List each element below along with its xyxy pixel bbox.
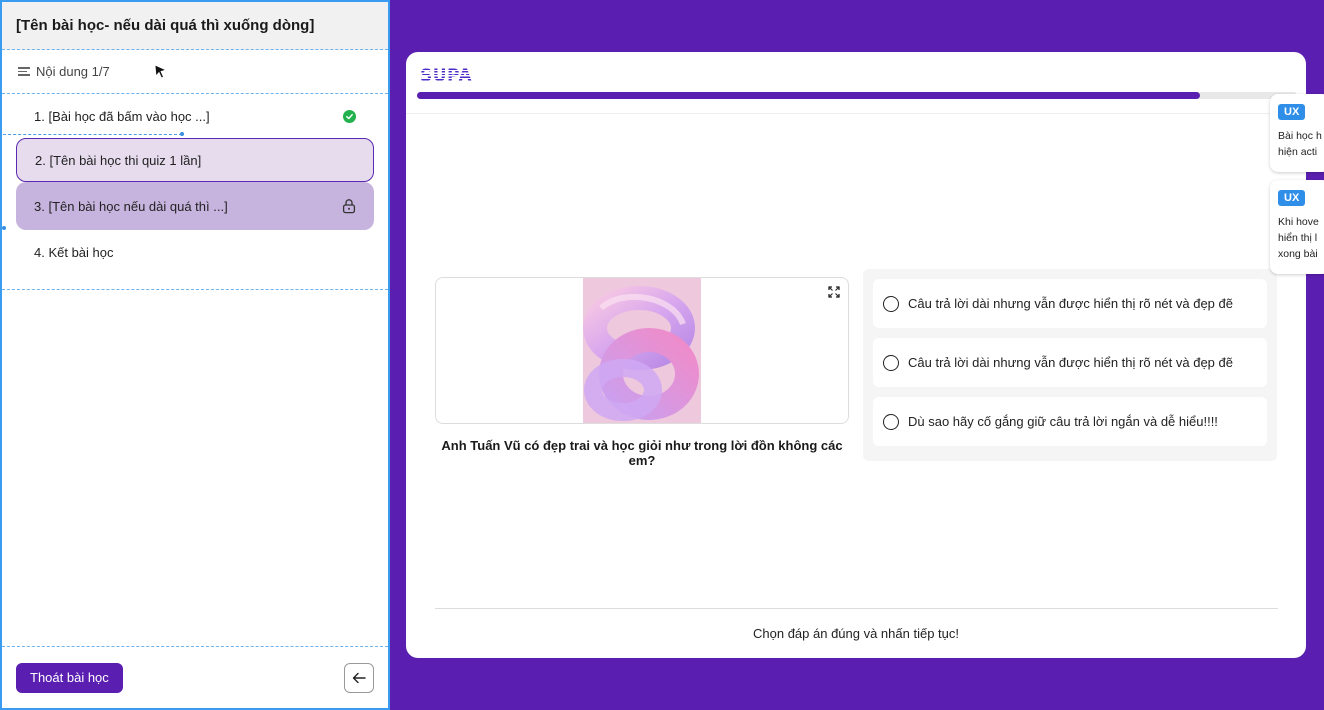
answer-option-2[interactable]: Câu trả lời dài nhưng vẫn được hiển thị … <box>873 338 1267 387</box>
sidebar-footer: Thoát bài học <box>2 646 388 708</box>
lesson-item-label: 4. Kết bài học <box>34 244 114 260</box>
lesson-item-label: 3. [Tên bài học nếu dài quá thì ...] <box>34 198 228 214</box>
ux-note-text: Khi hove hiển thị l xong bài <box>1278 214 1324 262</box>
mouse-cursor-icon <box>154 64 168 79</box>
collapse-sidebar-button[interactable] <box>344 662 374 693</box>
answer-option-3[interactable]: Dù sao hãy cố gắng giữ câu trả lời ngắn … <box>873 397 1267 446</box>
radio-button[interactable] <box>883 295 899 312</box>
answer-option-1[interactable]: Câu trả lời dài nhưng vẫn được hiển thị … <box>873 279 1267 328</box>
lesson-item-label: 2. [Tên bài học thi quiz 1 lần] <box>35 152 202 168</box>
lock-icon <box>342 199 356 214</box>
content-progress-row[interactable]: Nội dung 1/7 <box>2 50 388 94</box>
quiz-card: SUPA Anh Tuấn Vũ có đẹp trai và học giỏi… <box>406 52 1306 658</box>
ux-note-line: hiện acti <box>1278 146 1318 158</box>
question-image <box>583 278 701 423</box>
radio-button[interactable] <box>883 413 899 430</box>
footer-divider <box>435 608 1278 609</box>
ux-note-line: xong bài <box>1278 248 1318 260</box>
arrow-left-icon <box>352 672 366 683</box>
progress-bar-fill <box>417 92 1201 99</box>
lesson-sidebar: [Tên bài học- nếu dài quá thì xuống dòng… <box>0 0 390 710</box>
lesson-item-2[interactable]: 2. [Tên bài học thi quiz 1 lần] <box>16 138 374 182</box>
expand-icon[interactable] <box>828 286 840 298</box>
ux-note-line: Khi hove <box>1278 216 1319 228</box>
footer-hint: Chọn đáp án đúng và nhấn tiếp tục! <box>753 626 959 641</box>
ux-note-text: Bài học h hiện acti <box>1278 128 1324 160</box>
lesson-item-3[interactable]: 3. [Tên bài học nếu dài quá thì ...] <box>16 182 374 230</box>
answer-label: Câu trả lời dài nhưng vẫn được hiển thị … <box>908 296 1233 311</box>
lesson-item-4[interactable]: 4. Kết bài học <box>16 230 374 274</box>
ux-annotation-note: UX Bài học h hiện acti <box>1270 94 1324 172</box>
question-image-frame[interactable] <box>435 277 849 424</box>
ux-annotation-note: UX Khi hove hiển thị l xong bài <box>1270 180 1324 274</box>
selection-guide-line <box>0 134 182 135</box>
ux-note-line: Bài học h <box>1278 130 1322 142</box>
lesson-title: [Tên bài học- nếu dài quá thì xuống dòng… <box>16 17 315 34</box>
supa-logo: SUPA <box>420 66 473 86</box>
ux-note-line: hiển thị l <box>1278 232 1318 244</box>
content-progress-label: Nội dung 1/7 <box>36 64 110 79</box>
answer-options: Câu trả lời dài nhưng vẫn được hiển thị … <box>863 269 1277 461</box>
answer-label: Câu trả lời dài nhưng vẫn được hiển thị … <box>908 355 1233 370</box>
lesson-progress-bar <box>417 92 1297 99</box>
ux-badge: UX <box>1278 190 1306 206</box>
radio-button[interactable] <box>883 354 899 371</box>
exit-lesson-button[interactable]: Thoát bài học <box>16 662 123 693</box>
selection-handle <box>180 132 184 136</box>
list-icon <box>18 67 30 76</box>
lesson-list: 1. [Bài học đã bấm vào học ...] 2. [Tên … <box>0 94 388 290</box>
lesson-item-1[interactable]: 1. [Bài học đã bấm vào học ...] <box>16 94 374 138</box>
lesson-item-label: 1. [Bài học đã bấm vào học ...] <box>34 108 210 124</box>
check-icon <box>343 109 356 123</box>
answer-label: Dù sao hãy cố gắng giữ câu trả lời ngắn … <box>908 414 1218 429</box>
header-divider <box>406 113 1306 114</box>
sidebar-header: [Tên bài học- nếu dài quá thì xuống dòng… <box>2 2 388 50</box>
ux-badge: UX <box>1278 104 1306 120</box>
question-text: Anh Tuấn Vũ có đẹp trai và học giỏi như … <box>441 438 843 468</box>
selection-handle <box>2 226 6 230</box>
